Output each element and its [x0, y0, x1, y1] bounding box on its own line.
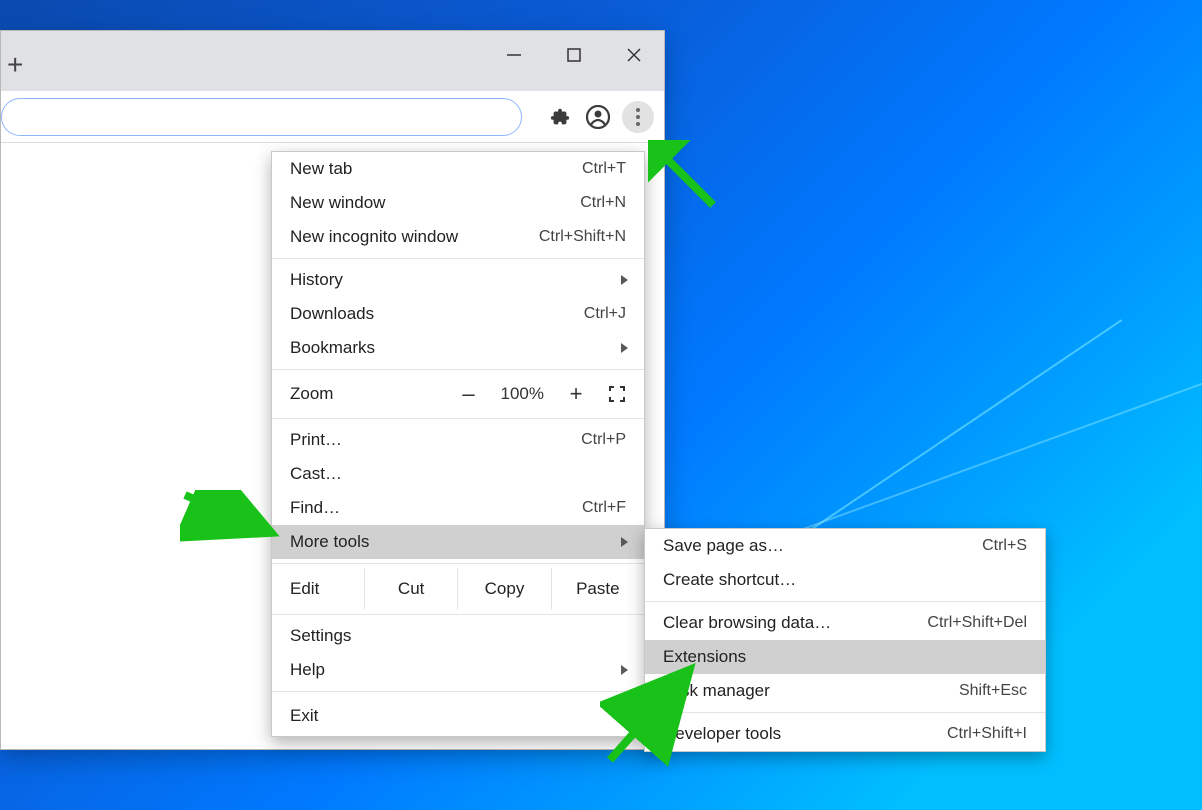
menu-shortcut: Ctrl+T [582, 160, 626, 178]
menu-item-zoom: Zoom – 100% + [272, 374, 644, 414]
menu-shortcut: Ctrl+P [581, 431, 626, 449]
menu-label: Downloads [290, 304, 374, 324]
menu-label: Bookmarks [290, 338, 375, 358]
menu-item-new-incognito[interactable]: New incognito window Ctrl+Shift+N [272, 220, 644, 254]
submenu-item-extensions[interactable]: Extensions [645, 640, 1045, 674]
new-tab-plus-icon[interactable]: + [1, 31, 23, 81]
edit-paste-button[interactable]: Paste [551, 568, 644, 610]
menu-shortcut: Shift+Esc [959, 682, 1027, 700]
edit-cut-button[interactable]: Cut [364, 568, 457, 610]
more-tools-submenu: Save page as… Ctrl+S Create shortcut… Cl… [644, 528, 1046, 752]
submenu-item-task-manager[interactable]: Task manager Shift+Esc [645, 674, 1045, 708]
profile-icon[interactable] [584, 103, 612, 131]
fullscreen-icon[interactable] [608, 385, 626, 403]
menu-item-bookmarks[interactable]: Bookmarks [272, 331, 644, 365]
menu-divider [272, 614, 644, 615]
menu-item-history[interactable]: History [272, 263, 644, 297]
menu-item-settings[interactable]: Settings [272, 619, 644, 653]
desktop-background: + [0, 0, 1202, 810]
wallpaper-decoration [770, 376, 1202, 542]
menu-divider [272, 563, 644, 564]
chevron-right-icon [621, 343, 628, 353]
chrome-main-menu: New tab Ctrl+T New window Ctrl+N New inc… [271, 151, 645, 737]
submenu-item-dev-tools[interactable]: Developer tools Ctrl+Shift+I [645, 717, 1045, 751]
close-button[interactable] [604, 35, 664, 75]
menu-label: New incognito window [290, 227, 458, 247]
window-controls [484, 31, 664, 75]
menu-shortcut: Ctrl+J [584, 305, 626, 323]
menu-label: New window [290, 193, 385, 213]
menu-item-find[interactable]: Find… Ctrl+F [272, 491, 644, 525]
chevron-right-icon [621, 275, 628, 285]
menu-label: Edit [272, 579, 364, 599]
menu-label: Task manager [663, 681, 770, 701]
menu-shortcut: Ctrl+F [582, 499, 626, 517]
menu-divider [272, 258, 644, 259]
menu-item-help[interactable]: Help [272, 653, 644, 687]
maximize-button[interactable] [544, 35, 604, 75]
address-bar[interactable] [1, 98, 522, 136]
menu-label: Developer tools [663, 724, 781, 744]
menu-label: Zoom [290, 384, 333, 404]
edit-copy-button[interactable]: Copy [457, 568, 550, 610]
menu-item-cast[interactable]: Cast… [272, 457, 644, 491]
chevron-right-icon [621, 537, 628, 547]
menu-item-more-tools[interactable]: More tools [272, 525, 644, 559]
menu-divider [272, 369, 644, 370]
menu-label: More tools [290, 532, 369, 552]
menu-divider [272, 418, 644, 419]
menu-divider [645, 601, 1045, 602]
menu-divider [272, 691, 644, 692]
menu-item-print[interactable]: Print… Ctrl+P [272, 423, 644, 457]
menu-label: Extensions [663, 647, 746, 667]
menu-item-new-window[interactable]: New window Ctrl+N [272, 186, 644, 220]
chevron-right-icon [621, 665, 628, 675]
menu-label: Save page as… [663, 536, 784, 556]
submenu-item-clear-data[interactable]: Clear browsing data… Ctrl+Shift+Del [645, 606, 1045, 640]
menu-item-downloads[interactable]: Downloads Ctrl+J [272, 297, 644, 331]
menu-label: Create shortcut… [663, 570, 796, 590]
titlebar[interactable]: + [1, 31, 664, 91]
menu-label: Cast… [290, 464, 342, 484]
browser-toolbar [1, 91, 664, 143]
menu-label: Find… [290, 498, 340, 518]
menu-label: Settings [290, 626, 351, 646]
menu-item-exit[interactable]: Exit [272, 696, 644, 736]
menu-shortcut: Ctrl+S [982, 537, 1027, 555]
zoom-out-button[interactable]: – [461, 381, 477, 407]
menu-divider [645, 712, 1045, 713]
menu-label: Print… [290, 430, 342, 450]
zoom-value: 100% [501, 384, 544, 404]
zoom-in-button[interactable]: + [568, 381, 584, 407]
menu-shortcut: Ctrl+Shift+I [947, 725, 1027, 743]
menu-item-new-tab[interactable]: New tab Ctrl+T [272, 152, 644, 186]
menu-label: New tab [290, 159, 352, 179]
menu-shortcut: Ctrl+Shift+Del [927, 614, 1027, 632]
menu-label: Clear browsing data… [663, 613, 831, 633]
menu-item-edit-row: Edit Cut Copy Paste [272, 568, 644, 610]
menu-shortcut: Ctrl+N [580, 194, 626, 212]
submenu-item-save-page[interactable]: Save page as… Ctrl+S [645, 529, 1045, 563]
minimize-button[interactable] [484, 35, 544, 75]
extensions-icon[interactable] [546, 103, 574, 131]
menu-shortcut: Ctrl+Shift+N [539, 228, 626, 246]
submenu-item-create-shortcut[interactable]: Create shortcut… [645, 563, 1045, 597]
menu-label: History [290, 270, 343, 290]
menu-label: Help [290, 660, 325, 680]
menu-label: Exit [290, 706, 318, 726]
kebab-menu-icon[interactable] [622, 101, 654, 133]
